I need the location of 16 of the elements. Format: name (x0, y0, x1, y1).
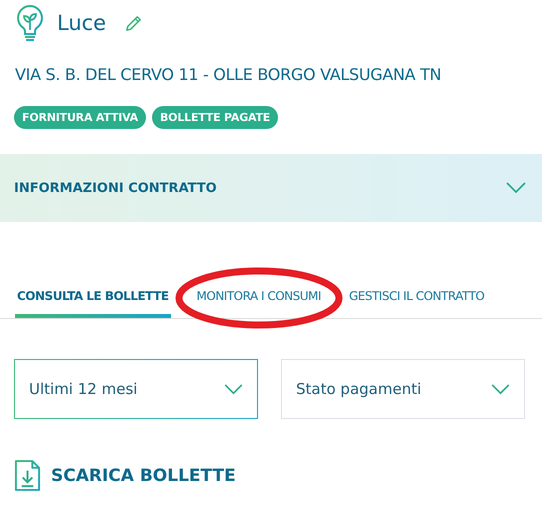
dropdown-field[interactable]: Stato pagamenti (281, 359, 525, 419)
contract-info-label: INFORMAZIONI CONTRATTO (14, 180, 217, 196)
contract-info-panel[interactable]: INFORMAZIONI CONTRATTO (0, 154, 542, 222)
tab[interactable]: CONSULTA LE BOLLETTE (15, 277, 171, 318)
download-bills-link[interactable]: SCARICA BOLLETTE (51, 466, 236, 486)
lightbulb-leaf-icon (15, 4, 45, 42)
status-badge: BOLLETTE PAGATE (152, 106, 278, 129)
supply-address: VIA S. B. DEL CERVO 11 - OLLE BORGO VALSUGANA TN (14, 64, 442, 84)
download-document-icon[interactable] (14, 459, 41, 492)
chevron-icon (491, 384, 510, 394)
chevron-icon (224, 384, 243, 394)
dropdown-field[interactable]: Ultimi 12 mesi (14, 359, 258, 419)
status-badge: FORNITURA ATTIVA (14, 106, 146, 129)
pencil-icon[interactable] (124, 14, 144, 32)
supply-title: Luce (57, 11, 106, 35)
tab[interactable]: GESTISCI IL CONTRATTO (346, 277, 486, 318)
